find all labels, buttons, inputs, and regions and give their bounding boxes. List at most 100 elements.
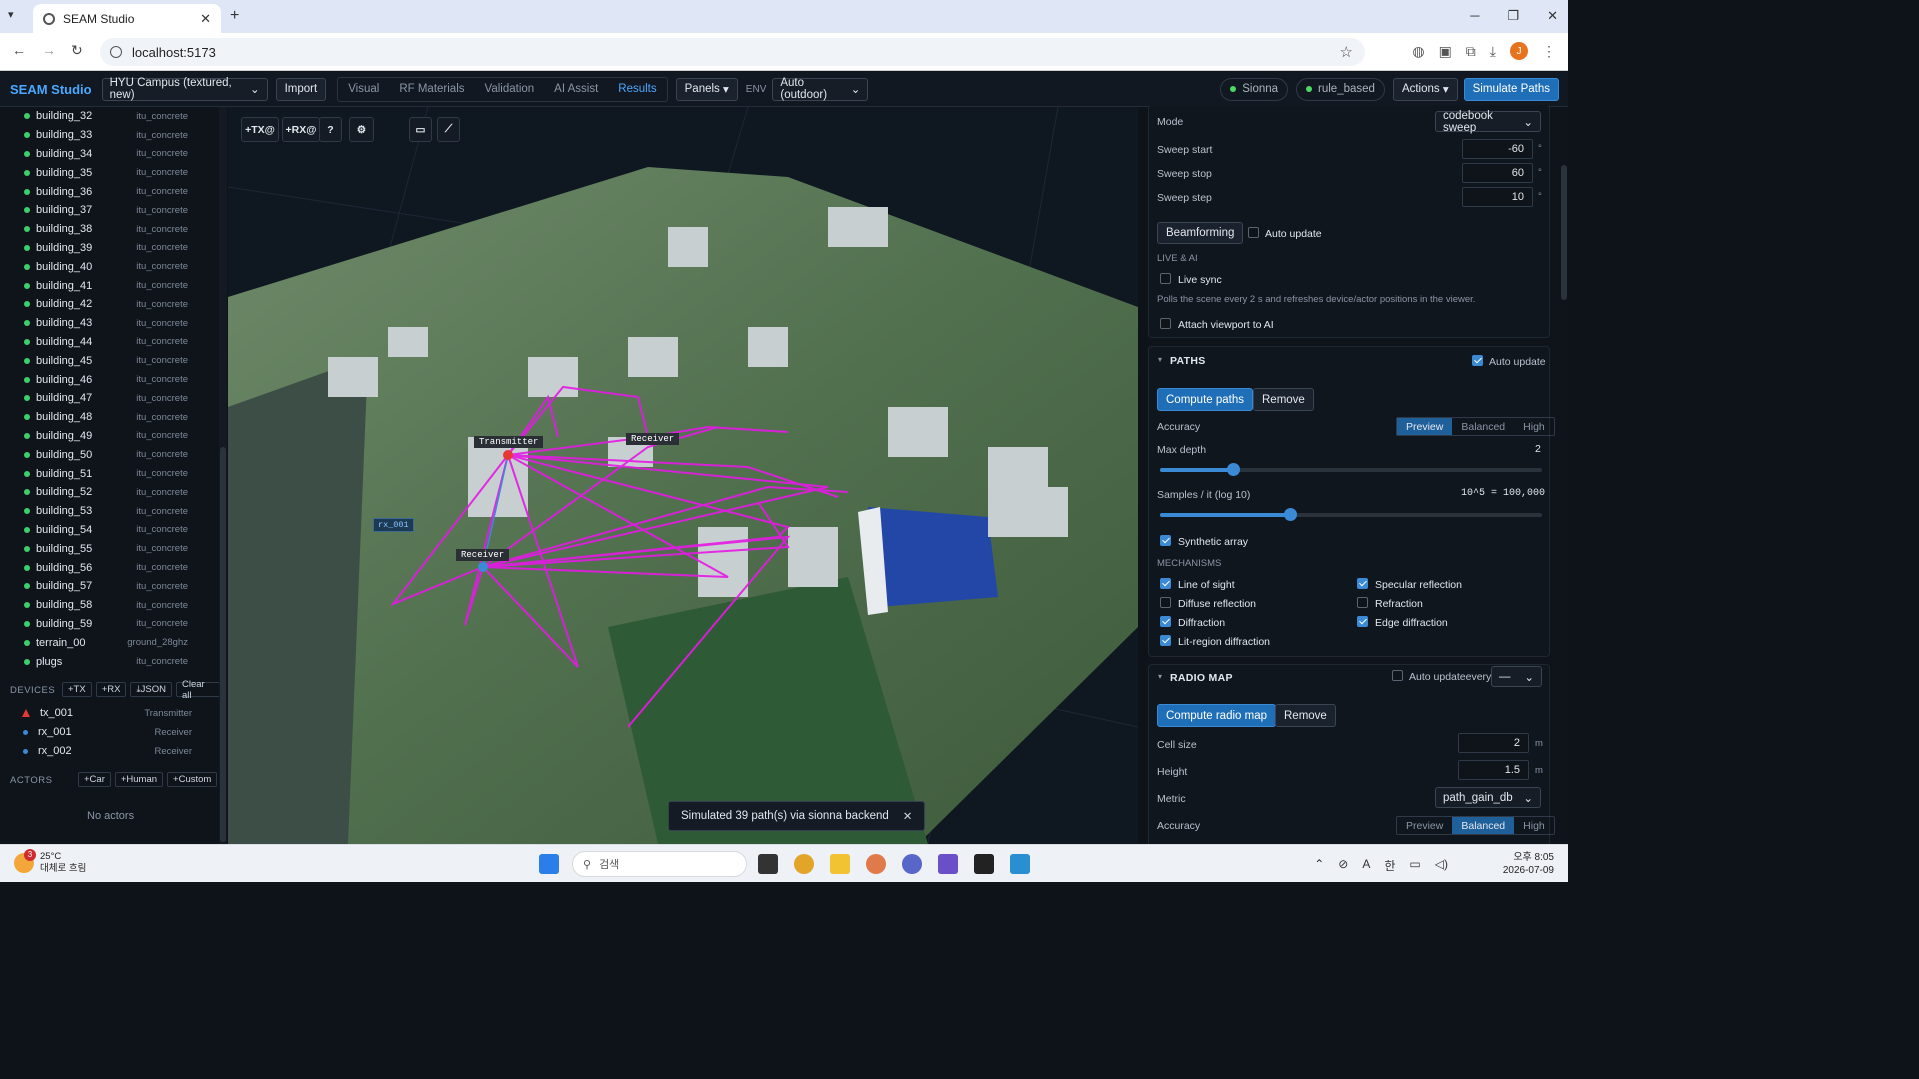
close-tab-icon[interactable]: ✕ <box>200 11 211 27</box>
transmitter-marker[interactable] <box>503 450 513 460</box>
add-car-button[interactable]: +Car <box>78 772 111 787</box>
tab-search-icon[interactable]: ▾ <box>8 8 14 21</box>
remove-radio-map-button[interactable]: Remove <box>1275 704 1336 727</box>
object-row[interactable]: building_58 itu_concrete <box>0 596 220 615</box>
ime-han-icon[interactable]: 한 <box>1384 857 1395 874</box>
panels-button[interactable]: Panels ▾ <box>675 77 738 101</box>
tab-validation[interactable]: Validation <box>475 83 545 95</box>
metric-select[interactable]: path_gain_db ⌄ <box>1435 787 1541 808</box>
restore-icon[interactable]: ❐ <box>1507 8 1519 24</box>
clear-devices-button[interactable]: Clear all <box>175 679 220 701</box>
cell-size-input[interactable]: 2 <box>1458 733 1529 753</box>
place-rx-button[interactable]: +RX@ <box>282 117 320 142</box>
show-hidden-icon[interactable]: ⌃ <box>1314 857 1324 874</box>
height-input[interactable]: 1.5 <box>1458 760 1529 780</box>
env-select[interactable]: Auto (outdoor) ⌄ <box>772 77 869 101</box>
visibility-dot-icon[interactable] <box>24 263 30 270</box>
accuracy-high-option[interactable]: High <box>1514 418 1554 435</box>
beamforming-button[interactable]: Beamforming <box>1157 222 1244 244</box>
accuracy-preview-option[interactable]: Preview <box>1397 418 1453 435</box>
network-off-icon[interactable]: ⊘ <box>1338 857 1348 874</box>
compute-radio-map-button[interactable]: Compute radio map <box>1157 704 1276 727</box>
claude-icon[interactable] <box>866 854 886 874</box>
sweep-step-input[interactable]: 10 <box>1462 187 1533 207</box>
visibility-dot-icon[interactable] <box>24 489 30 496</box>
object-row[interactable]: building_41 itu_concrete <box>0 276 220 295</box>
extensions-icon[interactable]: ⧉ <box>1466 43 1476 60</box>
beam-auto-update-checkbox[interactable] <box>1248 227 1259 238</box>
visibility-dot-icon[interactable] <box>24 338 30 345</box>
max-depth-slider[interactable] <box>1160 463 1542 476</box>
visibility-dot-icon[interactable] <box>24 395 30 402</box>
mechanism-checkbox[interactable] <box>1357 597 1368 608</box>
radio-auto-update-checkbox[interactable] <box>1392 670 1403 681</box>
profile-avatar[interactable]: J <box>1510 42 1528 60</box>
add-rx-button[interactable]: +RX <box>95 682 127 697</box>
object-row[interactable]: building_33 itu_concrete <box>0 126 220 145</box>
visibility-dot-icon[interactable] <box>24 526 30 533</box>
visibility-dot-icon[interactable] <box>24 639 30 646</box>
chrome-icon[interactable] <box>794 854 814 874</box>
accuracy-balanced-option[interactable]: Balanced <box>1452 418 1514 435</box>
device-row-tx-001[interactable]: tx_001 Transmitter <box>22 704 192 722</box>
visibility-dot-icon[interactable] <box>24 282 30 289</box>
back-icon[interactable]: ← <box>12 42 26 58</box>
object-row[interactable]: building_52 itu_concrete <box>0 483 220 502</box>
new-tab-icon[interactable]: + <box>230 7 239 25</box>
visibility-dot-icon[interactable] <box>24 244 30 251</box>
collapse-caret-icon[interactable]: ▾ <box>1158 672 1162 681</box>
accuracy-preview-option[interactable]: Preview <box>1397 817 1452 834</box>
visibility-dot-icon[interactable] <box>24 207 30 214</box>
sweep-stop-input[interactable]: 60 <box>1462 163 1533 183</box>
live-sync-checkbox[interactable] <box>1160 273 1171 284</box>
object-row[interactable]: building_44 itu_concrete <box>0 333 220 352</box>
object-row[interactable]: building_59 itu_concrete <box>0 615 220 634</box>
visibility-dot-icon[interactable] <box>24 658 30 665</box>
tab-rf-materials[interactable]: RF Materials <box>389 83 474 95</box>
object-row[interactable]: building_43 itu_concrete <box>0 314 220 333</box>
object-row[interactable]: building_57 itu_concrete <box>0 577 220 596</box>
mechanism-checkbox[interactable] <box>1357 578 1368 589</box>
file-explorer-icon[interactable] <box>830 854 850 874</box>
compute-paths-button[interactable]: Compute paths <box>1157 388 1253 411</box>
visibility-dot-icon[interactable] <box>24 564 30 571</box>
accuracy-balanced-option[interactable]: Balanced <box>1452 817 1515 834</box>
site-info-icon[interactable] <box>110 46 122 58</box>
editor-icon[interactable] <box>938 854 958 874</box>
system-clock[interactable]: 오후 8:05 2026-07-09 <box>1503 851 1554 877</box>
visibility-dot-icon[interactable] <box>24 357 30 364</box>
receiver-marker[interactable] <box>478 562 488 572</box>
visibility-dot-icon[interactable] <box>24 470 30 477</box>
object-row[interactable]: building_53 itu_concrete <box>0 502 220 521</box>
visibility-dot-icon[interactable] <box>24 226 30 233</box>
close-toast-icon[interactable]: ✕ <box>903 809 913 823</box>
visibility-dot-icon[interactable] <box>24 376 30 383</box>
bookmark-star-icon[interactable]: ☆ <box>1340 43 1353 61</box>
object-row[interactable]: building_38 itu_concrete <box>0 220 220 239</box>
mechanism-checkbox[interactable] <box>1357 616 1368 627</box>
import-button[interactable]: Import <box>275 77 327 101</box>
mechanism-checkbox[interactable] <box>1160 597 1171 608</box>
visibility-dot-icon[interactable] <box>24 188 30 195</box>
slider-knob[interactable] <box>1226 463 1240 476</box>
attach-viewport-checkbox[interactable] <box>1160 318 1171 329</box>
tab-results[interactable]: Results <box>608 83 666 95</box>
object-row[interactable]: building_46 itu_concrete <box>0 370 220 389</box>
terminal-icon[interactable] <box>974 854 994 874</box>
visibility-dot-icon[interactable] <box>24 545 30 552</box>
weather-widget[interactable]: 3 25°C 대체로 흐림 <box>14 849 86 875</box>
forward-icon[interactable]: → <box>42 42 56 58</box>
visibility-dot-icon[interactable] <box>24 602 30 609</box>
visibility-dot-icon[interactable] <box>24 150 30 157</box>
object-row[interactable]: building_49 itu_concrete <box>0 427 220 446</box>
notepad-icon[interactable] <box>1010 854 1030 874</box>
object-row[interactable]: building_55 itu_concrete <box>0 539 220 558</box>
display-icon[interactable]: ▭ <box>1409 857 1420 874</box>
reload-icon[interactable]: ↻ <box>71 42 83 59</box>
volume-icon[interactable]: ◁) <box>1435 857 1448 874</box>
object-row[interactable]: building_32 itu_concrete <box>0 107 220 126</box>
object-row[interactable]: building_50 itu_concrete <box>0 445 220 464</box>
collapse-caret-icon[interactable]: ▾ <box>1158 355 1162 364</box>
visibility-dot-icon[interactable] <box>24 583 30 590</box>
translate-icon[interactable]: ◍ <box>1412 43 1424 60</box>
